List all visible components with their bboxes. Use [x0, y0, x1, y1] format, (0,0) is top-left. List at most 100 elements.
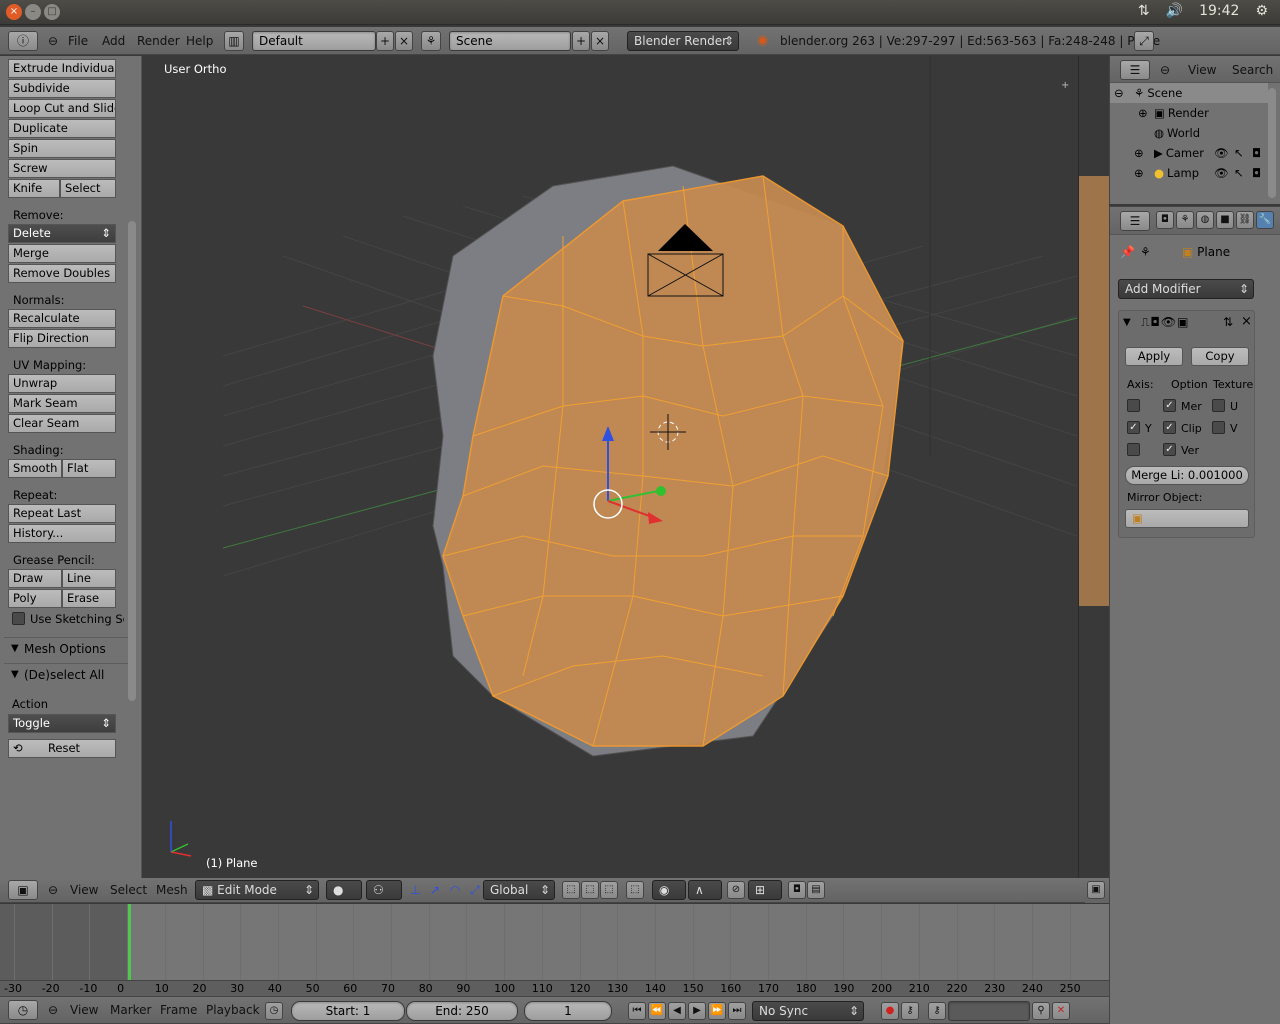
- render-animation-icon[interactable]: ▤: [807, 881, 825, 899]
- select-arrow-icon[interactable]: ↖: [1234, 143, 1244, 163]
- scene-tab-icon[interactable]: ⚘: [1176, 211, 1194, 229]
- close-window-button[interactable]: ×: [6, 4, 22, 20]
- maximize-window-button[interactable]: □: [44, 4, 60, 20]
- play-reverse-icon[interactable]: ◀: [668, 1002, 686, 1020]
- deselect-all-panel-header[interactable]: ▼ (De)select All: [4, 663, 134, 685]
- power-gear-icon[interactable]: ⚙: [1255, 3, 1268, 19]
- smooth-button[interactable]: Smooth: [8, 459, 62, 478]
- screw-button[interactable]: Screw: [8, 159, 116, 178]
- pin-icon[interactable]: 📌: [1120, 245, 1135, 259]
- merge-limit-field[interactable]: Merge Li: 0.001000: [1125, 466, 1249, 485]
- vertex-select-icon[interactable]: ⬚: [562, 881, 580, 899]
- play-icon[interactable]: ▶: [688, 1002, 706, 1020]
- clock[interactable]: 19:42: [1199, 3, 1239, 19]
- visibility-eye-icon[interactable]: 👁: [1214, 143, 1229, 163]
- translate-icon[interactable]: ↗: [426, 880, 444, 900]
- pivot-dropdown[interactable]: ⚇: [366, 880, 402, 900]
- clip-checkbox[interactable]: ✓: [1163, 421, 1176, 434]
- draw-button[interactable]: Draw: [8, 569, 62, 588]
- texture-u-checkbox[interactable]: [1212, 399, 1225, 412]
- copy-button[interactable]: Copy: [1191, 347, 1249, 366]
- menu-add[interactable]: Add: [98, 31, 129, 51]
- network-icon[interactable]: ⇅: [1138, 3, 1150, 19]
- erase-button[interactable]: Erase: [62, 589, 116, 608]
- menu-file[interactable]: File: [64, 31, 92, 51]
- history-button[interactable]: History...: [8, 524, 116, 543]
- action-dropdown[interactable]: Toggle ⇕: [8, 714, 116, 733]
- editor-type-icon[interactable]: ▣: [1087, 881, 1105, 899]
- outliner-item-render[interactable]: ⊕ ▣ Render: [1110, 103, 1268, 123]
- remove-layout-icon[interactable]: ×: [395, 31, 413, 51]
- merge-checkbox[interactable]: ✓: [1163, 399, 1176, 412]
- visibility-eye-icon[interactable]: 👁: [1214, 163, 1229, 183]
- preview-range-icon[interactable]: ◷: [265, 1002, 283, 1020]
- add-modifier-dropdown[interactable]: Add Modifier ⇕: [1118, 279, 1254, 299]
- mark-seam-button[interactable]: Mark Seam: [8, 394, 116, 413]
- remove-modifier-icon[interactable]: ×: [1241, 314, 1252, 329]
- viewport-canvas[interactable]: [143, 56, 1077, 878]
- snap-toggle-icon[interactable]: ⊘: [727, 881, 745, 899]
- remove-scene-icon[interactable]: ×: [591, 31, 609, 51]
- mirror-object-field[interactable]: ▣: [1125, 509, 1249, 528]
- start-frame-field[interactable]: Start: 1: [291, 1001, 405, 1021]
- limit-selection-icon[interactable]: ⬚: [626, 881, 644, 899]
- screen-layout-field[interactable]: Default: [252, 31, 376, 51]
- mode-dropdown[interactable]: ▩ Edit Mode ⇕: [195, 880, 319, 900]
- mesh-options-panel-header[interactable]: ▼ Mesh Options: [4, 637, 134, 659]
- duplicate-button[interactable]: Duplicate: [8, 119, 116, 138]
- menu-playback[interactable]: Playback: [202, 1000, 264, 1020]
- 3d-viewport[interactable]: User Ortho (1) Plane +: [143, 56, 1077, 878]
- face-select-icon[interactable]: ⬚: [600, 881, 618, 899]
- current-frame-cursor[interactable]: [128, 904, 131, 980]
- collapse-menu-icon[interactable]: ⊖: [44, 880, 62, 900]
- poly-button[interactable]: Poly: [8, 589, 62, 608]
- timeline-editor-icon[interactable]: ◷: [8, 1000, 38, 1020]
- vertex-groups-checkbox[interactable]: ✓: [1163, 443, 1176, 456]
- screen-layout-icon[interactable]: ▥: [224, 31, 244, 51]
- keying-set-field[interactable]: [948, 1001, 1030, 1021]
- object-tab-icon[interactable]: ■: [1216, 211, 1234, 229]
- axis-x-checkbox[interactable]: [1127, 399, 1140, 412]
- timeline-editor[interactable]: -30 -20 -10 0 10 20 30 40 50 60 70 80 90 100 110 120 130…: [0, 904, 1109, 996]
- outliner-editor-icon[interactable]: ☰: [1120, 60, 1150, 80]
- fullscreen-icon[interactable]: ⤢: [1134, 31, 1154, 51]
- orientation-dropdown[interactable]: Global ⇕: [483, 880, 555, 900]
- insert-keyframe-icon[interactable]: ⚲: [1032, 1002, 1050, 1020]
- remove-doubles-button[interactable]: Remove Doubles: [8, 264, 116, 283]
- menu-select[interactable]: Select: [106, 880, 151, 900]
- outliner-view-menu[interactable]: View: [1184, 60, 1220, 80]
- scene-icon[interactable]: ⚘: [421, 31, 441, 51]
- reset-button[interactable]: ⟲ Reset: [8, 739, 116, 758]
- sync-dropdown[interactable]: No Sync ⇕: [752, 1001, 864, 1021]
- scale-icon[interactable]: ⤢: [466, 880, 484, 900]
- subdivide-button[interactable]: Subdivide: [8, 79, 116, 98]
- select-arrow-icon[interactable]: ↖: [1234, 163, 1244, 183]
- axis-z-checkbox[interactable]: [1127, 443, 1140, 456]
- outliner-search-menu[interactable]: Search: [1228, 60, 1277, 80]
- flat-button[interactable]: Flat: [62, 459, 116, 478]
- shading-dropdown[interactable]: ●: [326, 880, 362, 900]
- knife-button[interactable]: Knife: [8, 179, 60, 198]
- menu-render[interactable]: Render: [133, 31, 184, 51]
- render-engine-dropdown[interactable]: Blender Render ⇕: [627, 31, 739, 51]
- menu-marker[interactable]: Marker: [106, 1000, 155, 1020]
- modifier-toggle-icons[interactable]: ⎍◘👁▣: [1141, 315, 1189, 330]
- render-icon[interactable]: ◘: [788, 881, 806, 899]
- add-scene-icon[interactable]: +: [572, 31, 590, 51]
- line-button[interactable]: Line: [62, 569, 116, 588]
- render-camera-icon[interactable]: ◘: [1252, 163, 1261, 183]
- proportional-edit-dropdown[interactable]: ◉: [652, 880, 686, 900]
- menu-frame[interactable]: Frame: [156, 1000, 201, 1020]
- keying-icon[interactable]: ⚷: [901, 1002, 919, 1020]
- menu-help[interactable]: Help: [182, 31, 217, 51]
- render-camera-icon[interactable]: ◘: [1252, 143, 1261, 163]
- spin-button[interactable]: Spin: [8, 139, 116, 158]
- outliner-scrollbar[interactable]: [1268, 88, 1276, 198]
- minimize-window-button[interactable]: –: [25, 4, 41, 20]
- flip-direction-button[interactable]: Flip Direction: [8, 329, 116, 348]
- jump-start-icon[interactable]: ⏮: [628, 1002, 646, 1020]
- properties-editor-icon[interactable]: ☰: [1120, 211, 1150, 231]
- render-tab-icon[interactable]: ◘: [1156, 211, 1174, 229]
- knife-select-button[interactable]: Select: [60, 179, 116, 198]
- keying-set-icon[interactable]: ⚷: [928, 1002, 946, 1020]
